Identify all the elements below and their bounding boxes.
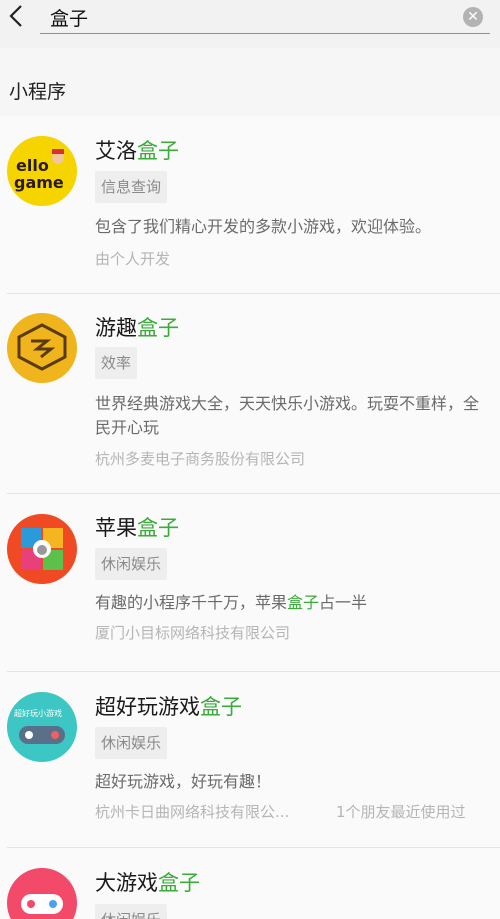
developer-name: 杭州卡日曲网络科技有限公... [95, 803, 290, 821]
category-tag: 效率 [95, 347, 138, 379]
category-tag: 休闲娱乐 [95, 548, 168, 580]
results-list: ello game 艾洛盒子 信息查询 包含了我们精心开发的多款小游戏，欢迎体验… [0, 116, 500, 919]
super-fun-games-logo: 超好玩小游戏 [7, 692, 77, 762]
logo-text-2: game [14, 173, 64, 192]
ello-game-logo: ello game [7, 136, 77, 206]
logo-text: 超好玩小游戏 [14, 708, 62, 718]
friends-used-note: 1个朋友最近使用过 [336, 803, 466, 821]
item-name: 超好玩游戏盒子 [95, 695, 242, 719]
list-item[interactable]: 苹果盒子 休闲娱乐 有趣的小程序千千万，苹果盒子占一半 厦门小目标网络科技有限公… [0, 494, 500, 672]
item-description: 超好玩游戏，好玩有趣！ [95, 772, 272, 791]
search-input[interactable] [40, 2, 490, 34]
big-game-box-logo-icon [7, 868, 77, 919]
chevron-left-icon [9, 5, 22, 27]
apple-box-logo-icon [7, 514, 77, 584]
developer-name: 厦门小目标网络科技有限公司 [95, 624, 291, 642]
back-button[interactable] [2, 2, 30, 30]
list-item[interactable]: ello game 艾洛盒子 信息查询 包含了我们精心开发的多款小游戏，欢迎体验… [0, 116, 500, 294]
clear-search-button[interactable]: ✕ [463, 7, 483, 27]
list-item[interactable]: 游趣盒子 效率 世界经典游戏大全，天天快乐小游戏。玩耍不重样，全民开心玩 杭州多… [0, 294, 500, 494]
developer-name: 由个人开发 [95, 250, 171, 268]
list-item[interactable]: 大游戏盒子 休闲娱乐 [0, 848, 500, 919]
youqu-logo-icon [7, 313, 77, 383]
search-bar: ✕ [0, 0, 500, 48]
item-name: 游趣盒子 [95, 316, 179, 340]
item-description: 包含了我们精心开发的多款小游戏，欢迎体验。 [95, 217, 432, 236]
list-item[interactable]: 超好玩小游戏 超好玩游戏盒子 休闲娱乐 超好玩游戏，好玩有趣！ 杭州卡日曲网络科… [0, 672, 500, 848]
clear-x-icon: ✕ [467, 9, 479, 25]
developer-name: 杭州多麦电子商务股份有限公司 [95, 450, 306, 468]
category-tag: 信息查询 [95, 171, 168, 203]
category-tag: 休闲娱乐 [95, 727, 168, 759]
item-description: 世界经典游戏大全，天天快乐小游戏。玩耍不重样，全民开心玩 [95, 394, 480, 437]
item-name: 艾洛盒子 [95, 139, 179, 163]
item-name: 大游戏盒子 [95, 871, 200, 895]
item-name: 苹果盒子 [95, 516, 179, 540]
category-tag: 休闲娱乐 [95, 904, 168, 919]
section-title: 小程序 [9, 81, 67, 103]
item-description: 有趣的小程序千千万，苹果盒子占一半 [95, 593, 368, 612]
